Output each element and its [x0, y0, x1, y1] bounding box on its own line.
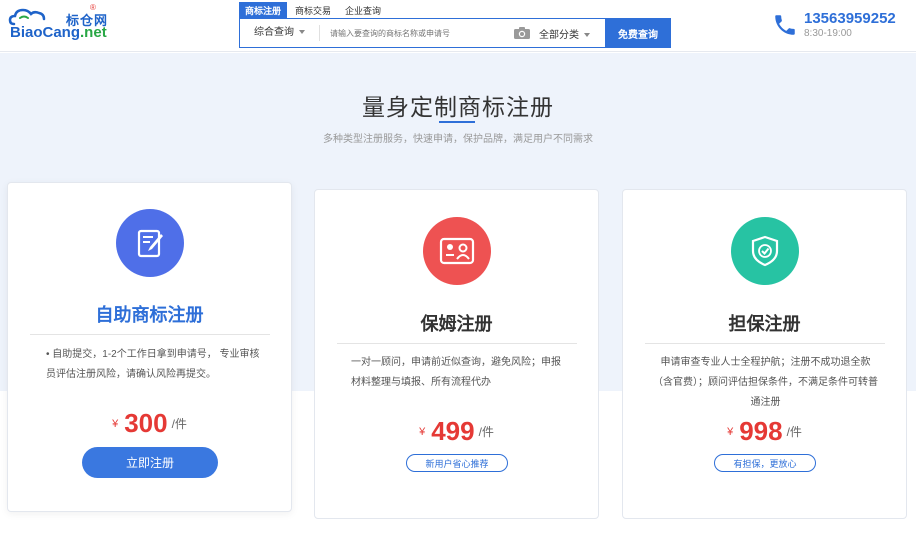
guarantee-badge: 有担保，更放心 — [714, 454, 816, 472]
currency-symbol: ¥ — [112, 417, 119, 430]
site-logo[interactable]: 标仓网 ® BiaoCang.net — [8, 3, 118, 44]
service-card-self: 自助商标注册 • 自助提交，1-2个工作日拿到申请号， 专业审核员评估注册风险，… — [7, 182, 292, 512]
card-description: 申请审查专业人士全程护航；注册不成功退全款（含官费）；顾问评估担保条件，不满足条… — [653, 357, 878, 408]
price-amount: 499 — [431, 416, 475, 446]
price-amount: 300 — [124, 408, 168, 438]
id-card-icon — [423, 217, 491, 285]
title-underline — [439, 121, 475, 123]
currency-symbol: ¥ — [727, 425, 734, 438]
register-now-button[interactable]: 立即注册 — [82, 447, 218, 478]
price-unit: /件 — [171, 417, 187, 431]
card-title: 担保注册 — [728, 314, 801, 334]
section-subtitle: 多种类型注册服务，快速申请，保护品牌，满足用户不同需求 — [323, 134, 593, 145]
divider — [30, 334, 270, 335]
tab-company-query[interactable]: 企业查询 — [339, 2, 387, 18]
divider — [645, 343, 885, 344]
registered-mark: ® — [90, 3, 96, 12]
phone-number: 13563959252 — [804, 10, 896, 27]
header: 标仓网 ® BiaoCang.net 商标注册 商标交易 企业查询 综合查询 全… — [0, 0, 916, 52]
search-bar: 综合查询 全部分类 免费查询 — [239, 18, 671, 48]
logo-en-a: BiaoCang — [10, 24, 81, 41]
price: ¥300/件 — [8, 408, 291, 439]
service-card-nanny: 保姆注册 一对一顾问，申请前近似查询，避免风险；申报材料整理与填报、所有流程代办… — [314, 189, 599, 519]
price-amount: 998 — [739, 416, 783, 446]
card-title: 保姆注册 — [420, 314, 493, 334]
tab-trademark-register[interactable]: 商标注册 — [239, 2, 288, 18]
currency-symbol: ¥ — [419, 425, 426, 438]
logo-en-text: BiaoCang.net — [10, 24, 107, 41]
price-unit: /件 — [478, 425, 494, 439]
shield-check-icon — [731, 217, 799, 285]
card-title: 自助商标注册 — [95, 305, 204, 325]
service-hours: 8:30-19:00 — [804, 28, 852, 39]
service-card-guarantee: 担保注册 申请审查专业人士全程护航；注册不成功退全款（含官费）；顾问评估担保条件… — [622, 189, 907, 519]
category-label: 全部分类 — [539, 29, 579, 41]
price-unit: /件 — [786, 425, 802, 439]
divider — [337, 343, 577, 344]
recommend-badge: 新用户省心推荐 — [406, 454, 508, 472]
chevron-down-icon — [584, 32, 590, 37]
free-search-button[interactable]: 免费查询 — [605, 18, 671, 48]
category-select[interactable]: 全部分类 — [539, 26, 605, 41]
camera-icon[interactable] — [513, 26, 531, 40]
search-type-select[interactable]: 综合查询 — [240, 25, 320, 41]
chevron-down-icon — [299, 30, 305, 35]
tab-trademark-trade[interactable]: 商标交易 — [289, 2, 337, 18]
card-description: 一对一顾问，申请前近似查询，避免风险；申报材料整理与填报、所有流程代办 — [351, 357, 561, 388]
section-title: 量身定制商标注册 — [362, 94, 554, 120]
price: ¥499/件 — [315, 416, 598, 447]
card-description: • 自助提交，1-2个工作日拿到申请号， 专业审核员评估注册风险，请确认风险再提… — [46, 349, 260, 380]
contact-phone: 13563959252 8:30-19:00 — [772, 10, 912, 44]
edit-document-icon — [116, 209, 184, 277]
search-type-label: 综合查询 — [254, 27, 294, 38]
search-tabs: 商标注册 商标交易 企业查询 — [239, 2, 671, 18]
price: ¥998/件 — [623, 416, 906, 447]
search-input[interactable] — [320, 19, 513, 47]
phone-icon — [775, 15, 795, 35]
search-area: 商标注册 商标交易 企业查询 综合查询 全部分类 免费查询 — [239, 2, 671, 48]
logo-en-b: .net — [80, 24, 107, 41]
